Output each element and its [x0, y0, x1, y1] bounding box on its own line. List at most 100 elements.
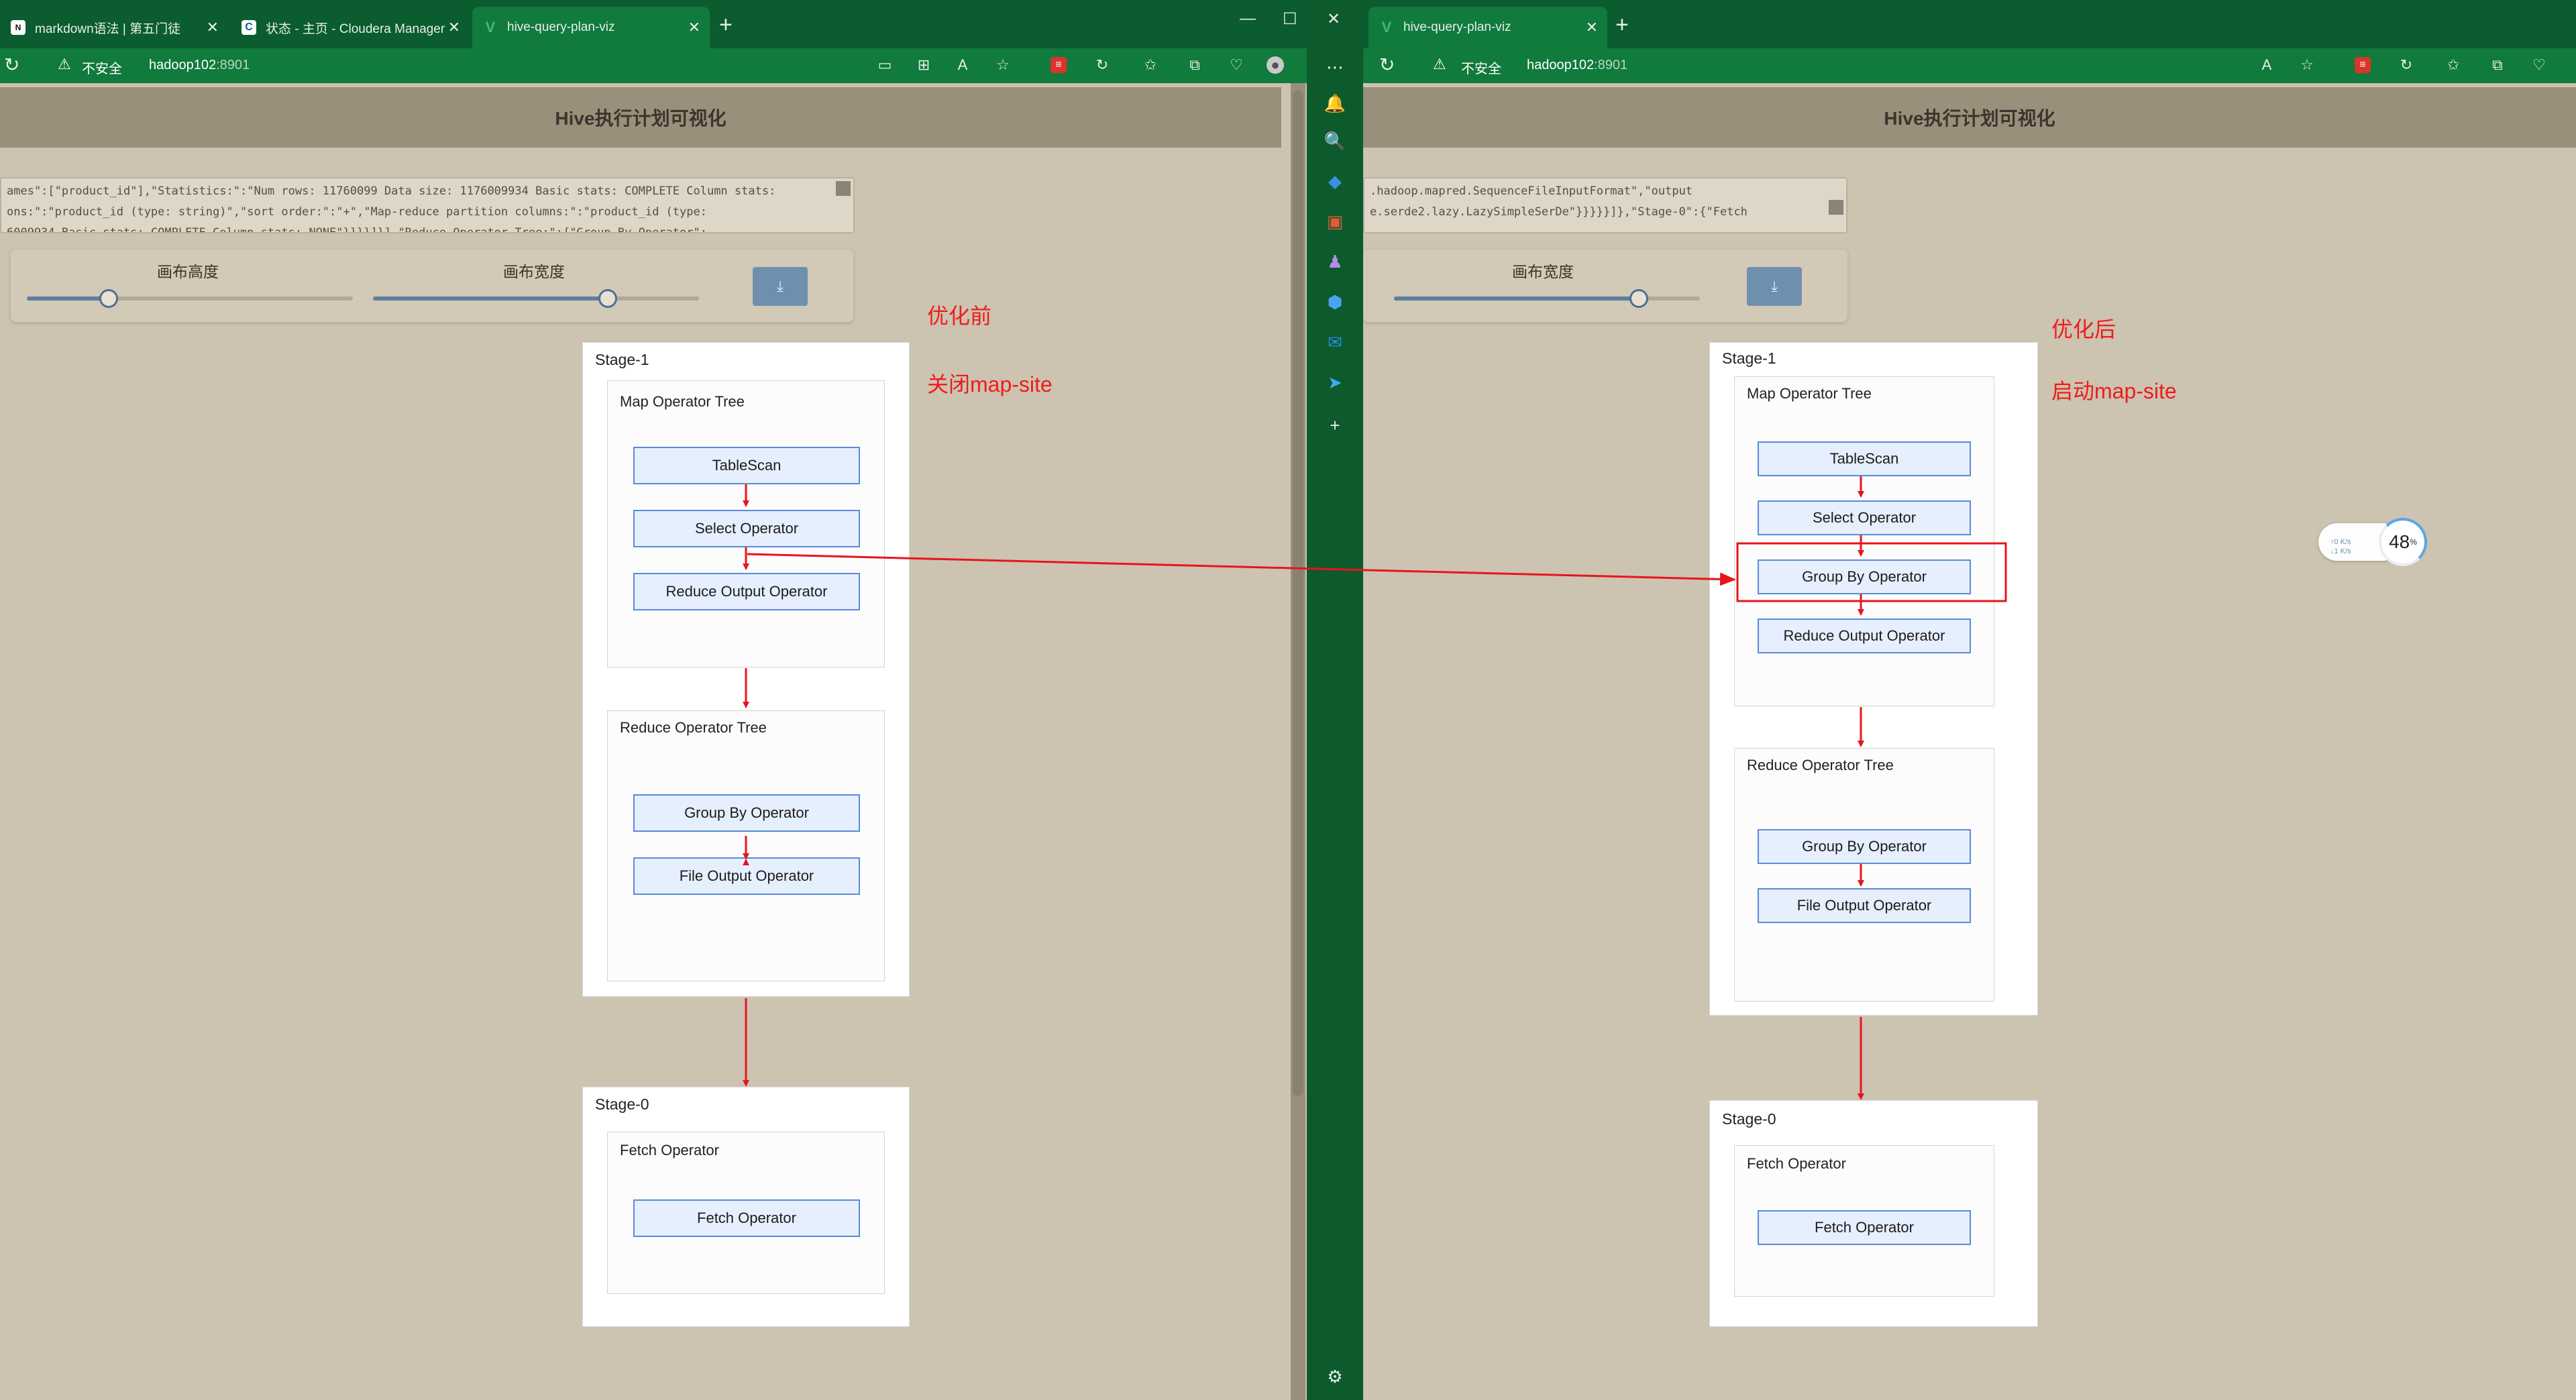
edge-sidebar: ✕ ⋯ 🔔 🔍 ◆ ▣ ♟ ⬢ ✉ ➤ + ⚙ [1307, 0, 1363, 1400]
operator-file-output[interactable]: File Output Operator [1758, 888, 1971, 923]
operator-select[interactable]: Select Operator [633, 510, 860, 547]
tree-title: Fetch Operator [1747, 1155, 1846, 1172]
download-speed: ↓1 K/s [2330, 547, 2351, 555]
tab-hive-query-plan-viz[interactable]: V hive-query-plan-viz ✕ [1368, 7, 1607, 48]
favorite-star-icon[interactable]: ☆ [994, 56, 1012, 74]
close-window-icon[interactable]: ✕ [1327, 9, 1340, 29]
tree-title: Map Operator Tree [620, 393, 745, 410]
maximize-icon[interactable]: ☐ [1283, 9, 1297, 29]
textarea-scrollbar[interactable] [836, 181, 851, 196]
refresh-extension-icon[interactable]: ↻ [2398, 56, 2415, 74]
close-tab-icon[interactable]: ✕ [207, 19, 219, 36]
json-input-textarea[interactable]: ames":["product_id"],"Statistics:":"Num … [0, 177, 855, 233]
left-browser-window: N markdown语法 | 第五门徒 ✕ C 状态 - 主页 - Cloude… [0, 0, 1308, 1400]
operator-fetch[interactable]: Fetch Operator [633, 1199, 860, 1237]
warning-icon: ⚠ [58, 56, 71, 72]
minimize-icon[interactable]: — [1240, 9, 1256, 28]
tab-label: 状态 - 主页 - Cloudera Manager [266, 21, 445, 36]
add-sidebar-app-icon[interactable]: + [1323, 413, 1347, 437]
new-tab-icon[interactable]: + [1615, 12, 1629, 38]
search-icon[interactable]: 🔍 [1323, 129, 1347, 153]
security-label[interactable]: 不安全 [1461, 58, 1501, 77]
read-aloud-icon[interactable]: A [2258, 56, 2275, 74]
fetch-operator-tree: Fetch Operator Fetch Operator [607, 1132, 885, 1294]
operator-group-by[interactable]: Group By Operator [633, 794, 860, 832]
json-input-textarea[interactable]: .hadoop.mapred.SequenceFileInputFormat",… [1363, 177, 1847, 233]
extension-icon[interactable]: ≡ [2355, 57, 2371, 73]
canvas-height-label: 画布高度 [157, 263, 219, 280]
operator-reduce-output[interactable]: Reduce Output Operator [633, 573, 860, 610]
memory-usage-gauge: 48% [2379, 518, 2427, 566]
textarea-scrollbar[interactable] [1829, 200, 1843, 215]
shopping-tag-icon[interactable]: ◆ [1323, 169, 1347, 193]
favorites-icon[interactable]: ✩ [1142, 56, 1159, 74]
operator-file-output[interactable]: File Output Operator [633, 857, 860, 895]
apps-icon[interactable]: ⊞ [915, 56, 932, 74]
reduce-operator-tree: Reduce Operator Tree Group By Operator F… [1734, 748, 1994, 1002]
page-scrollbar[interactable] [1291, 83, 1305, 1400]
sidebar-settings-gear-icon[interactable]: ⚙ [1323, 1364, 1347, 1389]
tools-icon[interactable]: ▣ [1323, 209, 1347, 233]
operator-fetch[interactable]: Fetch Operator [1758, 1210, 1971, 1245]
download-button[interactable]: ⤓ [753, 267, 808, 306]
scrollbar-thumb[interactable] [1293, 90, 1303, 1096]
favorites-icon[interactable]: ✩ [2445, 56, 2462, 74]
close-tab-icon[interactable]: ✕ [688, 19, 700, 36]
microsoft-365-icon[interactable]: ⬢ [1323, 290, 1347, 314]
right-browser-window: V hive-query-plan-viz ✕ + ↻ ⚠ 不安全 hadoop… [1363, 0, 2576, 1400]
operator-tablescan[interactable]: TableScan [633, 447, 860, 484]
read-aloud-icon[interactable]: A [954, 56, 971, 74]
canvas-width-slider-handle[interactable] [1629, 289, 1648, 308]
extension-icon[interactable]: ≡ [1051, 57, 1067, 73]
profile-avatar-icon[interactable]: ● [1267, 56, 1284, 74]
tab-label: hive-query-plan-viz [1403, 20, 1511, 34]
collections-icon[interactable]: ⧉ [1186, 56, 1203, 74]
tab-label: hive-query-plan-viz [507, 20, 615, 34]
stage-1-card: Stage-1 Map Operator Tree TableScan Sele… [582, 342, 910, 997]
notion-favicon-icon: N [11, 20, 25, 35]
outlook-icon[interactable]: ✉ [1323, 330, 1347, 354]
tab-hive-query-plan-viz[interactable]: V hive-query-plan-viz ✕ [472, 7, 710, 48]
operator-group-by-map-side[interactable]: Group By Operator [1758, 559, 1971, 594]
reload-icon[interactable]: ↻ [1379, 54, 1395, 76]
read-mode-icon[interactable]: ▭ [876, 56, 894, 74]
operator-reduce-output[interactable]: Reduce Output Operator [1758, 618, 1971, 653]
security-label[interactable]: 不安全 [82, 58, 122, 77]
new-tab-icon[interactable]: + [719, 12, 733, 38]
notifications-icon[interactable]: 🔔 [1323, 91, 1347, 115]
operator-group-by[interactable]: Group By Operator [1758, 829, 1971, 864]
download-button[interactable]: ⤓ [1747, 267, 1802, 306]
reduce-operator-tree: Reduce Operator Tree Group By Operator F… [607, 710, 885, 981]
url-field[interactable]: hadoop102:8901 [149, 58, 250, 73]
annotation-before: 优化前 [927, 304, 992, 328]
canvas-height-slider-handle[interactable] [99, 289, 118, 308]
canvas-controls: 画布宽度 ⤓ [1363, 250, 1847, 322]
map-operator-tree: Map Operator Tree TableScan Select Opera… [1734, 376, 1994, 706]
network-speed-widget[interactable]: ↑0 K/s ↓1 K/s 48% [2318, 518, 2427, 566]
tab-cloudera[interactable]: C 状态 - 主页 - Cloudera Manager ✕ [231, 7, 470, 48]
send-icon[interactable]: ➤ [1323, 370, 1347, 394]
canvas-width-slider-fill [373, 297, 608, 301]
url-field[interactable]: hadoop102:8901 [1527, 58, 1627, 73]
vue-favicon-icon: V [485, 19, 496, 36]
favorite-star-icon[interactable]: ☆ [2298, 56, 2316, 74]
operator-tablescan[interactable]: TableScan [1758, 441, 1971, 476]
collections-icon[interactable]: ⧉ [2489, 56, 2506, 74]
canvas-width-slider-handle[interactable] [598, 289, 617, 308]
operator-select[interactable]: Select Operator [1758, 500, 1971, 535]
close-tab-icon[interactable]: ✕ [1586, 19, 1598, 36]
stage-title: Stage-0 [1722, 1110, 1776, 1128]
more-options-icon[interactable]: ⋯ [1323, 55, 1347, 79]
close-tab-icon[interactable]: ✕ [448, 19, 460, 36]
browser-essentials-icon[interactable]: ♡ [2530, 56, 2548, 74]
canvas-controls: 画布高度 画布宽度 ⤓ [11, 250, 853, 322]
annotation-after: 优化后 [2051, 317, 2116, 341]
url-host: hadoop102 [149, 58, 217, 72]
refresh-extension-icon[interactable]: ↻ [1093, 56, 1111, 74]
json-line: .hadoop.mapred.SequenceFileInputFormat",… [1370, 184, 1693, 198]
reload-icon[interactable]: ↻ [4, 54, 19, 76]
games-icon[interactable]: ♟ [1323, 250, 1347, 274]
stage-title: Stage-1 [595, 351, 649, 368]
tab-markdown[interactable]: N markdown语法 | 第五门徒 ✕ [0, 7, 228, 48]
browser-essentials-icon[interactable]: ♡ [1228, 56, 1245, 74]
